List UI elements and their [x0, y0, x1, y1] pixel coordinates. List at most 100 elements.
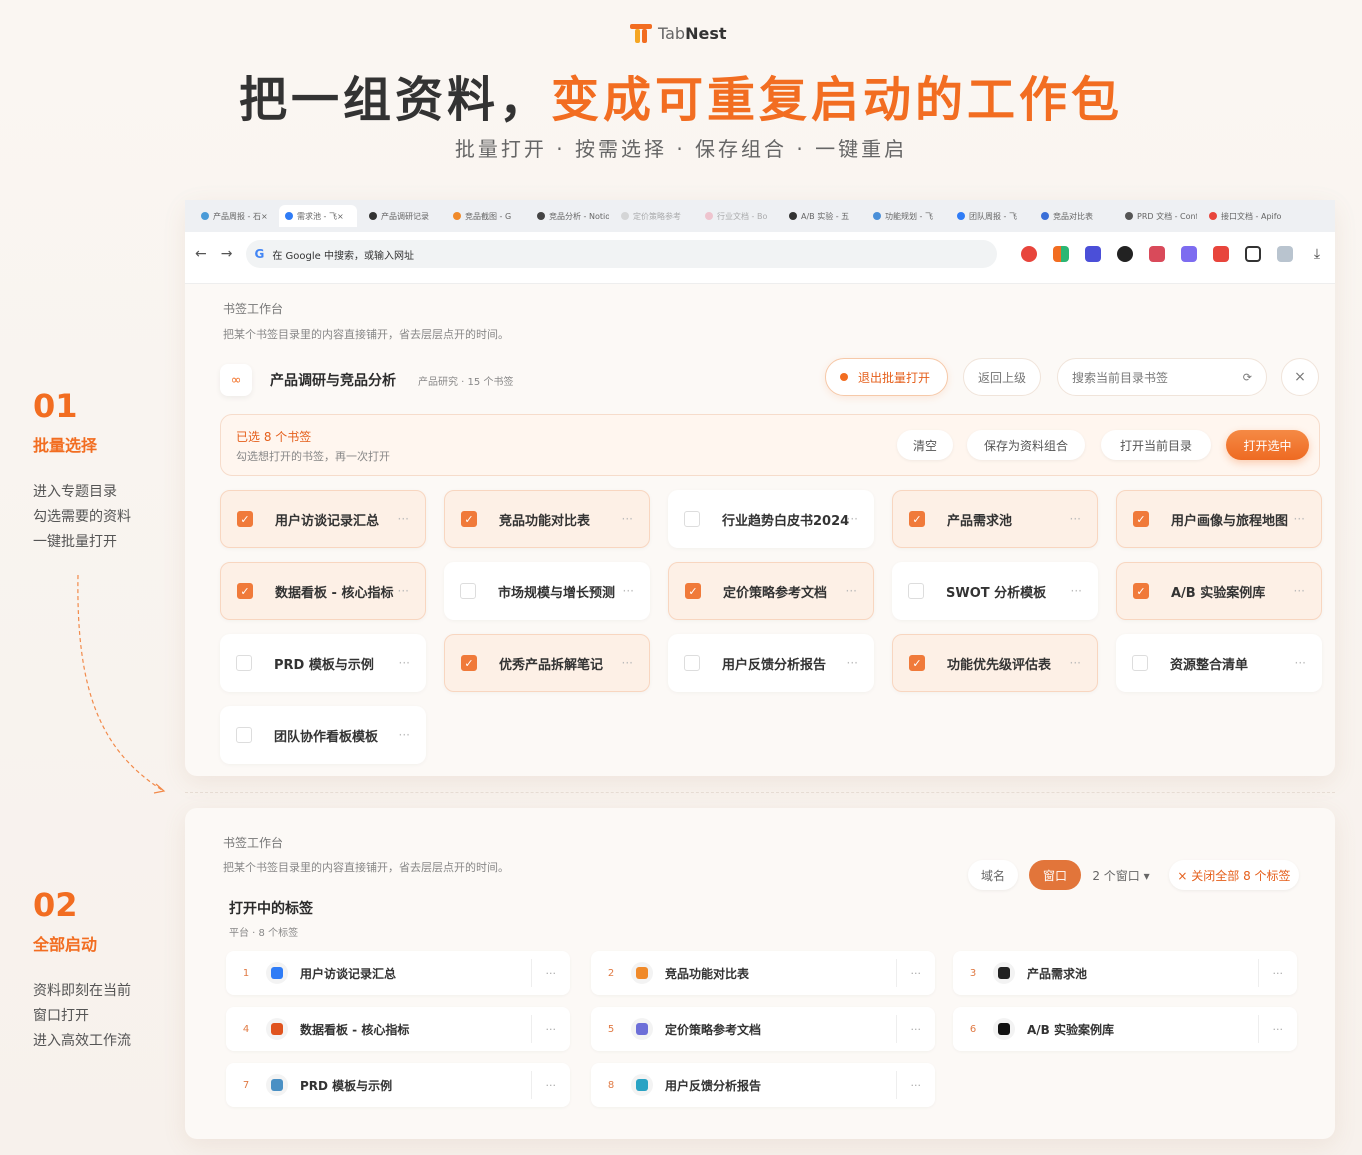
checkbox-checked-icon[interactable]: ✓	[909, 655, 925, 671]
checkbox-unchecked-icon[interactable]	[1132, 655, 1148, 671]
bookmark-card[interactable]: ✓ 产品需求池 ···	[892, 490, 1098, 548]
more-options-icon[interactable]: ···	[1070, 512, 1081, 526]
more-options-icon[interactable]: ···	[1294, 584, 1305, 598]
browser-tab[interactable]: 竞品分析 - Notion	[531, 205, 609, 227]
more-options-icon[interactable]: ···	[399, 656, 410, 670]
checkbox-checked-icon[interactable]: ✓	[909, 511, 925, 527]
browser-tab[interactable]: 竞品截图 - G	[447, 205, 525, 227]
bookmark-card[interactable]: ✓ 用户画像与旅程地图 ···	[1116, 490, 1322, 548]
open-tab-item[interactable]: 8 用户反馈分析报告 ···	[591, 1063, 935, 1107]
open-tab-item[interactable]: 4 数据看板 - 核心指标 ···	[226, 1007, 570, 1051]
more-options-icon[interactable]: ···	[399, 728, 410, 742]
bookmark-card[interactable]: SWOT 分析模板 ···	[892, 562, 1098, 620]
more-options-icon[interactable]: ···	[1295, 656, 1306, 670]
bookmark-card[interactable]: ✓ 数据看板 - 核心指标 ···	[220, 562, 426, 620]
omnibox[interactable]: G 在 Google 中搜索，或输入网址	[246, 240, 997, 268]
browser-tab[interactable]: 功能规划 - 飞	[867, 205, 945, 227]
checkbox-unchecked-icon[interactable]	[236, 727, 252, 743]
browser-tab[interactable]: 定价策略参考	[615, 205, 693, 227]
more-options-icon[interactable]: ···	[622, 656, 633, 670]
bookmark-card[interactable]: ✓ 功能优先级评估表 ···	[892, 634, 1098, 692]
bookmark-card[interactable]: 用户反馈分析报告 ···	[668, 634, 874, 692]
open-selected-button[interactable]: 打开选中	[1226, 430, 1309, 460]
tabnest-extension-icon[interactable]	[1053, 246, 1069, 262]
checkbox-checked-icon[interactable]: ✓	[685, 583, 701, 599]
more-options-icon[interactable]: ···	[1070, 656, 1081, 670]
checkbox-checked-icon[interactable]: ✓	[237, 583, 253, 599]
clear-button[interactable]: 清空	[897, 430, 953, 460]
bookmark-card[interactable]: ✓ A/B 实验案例库 ···	[1116, 562, 1322, 620]
more-options-icon[interactable]: ···	[1273, 967, 1284, 980]
browser-tab[interactable]: 产品调研记录	[363, 205, 441, 227]
open-tab-item[interactable]: 3 产品需求池 ···	[953, 951, 1297, 995]
more-options-icon[interactable]: ···	[847, 656, 858, 670]
more-options-icon[interactable]: ···	[623, 584, 634, 598]
more-options-icon[interactable]: ···	[846, 584, 857, 598]
extension-icon[interactable]	[1181, 246, 1197, 262]
profile-avatar-icon[interactable]	[1277, 246, 1293, 262]
bookmark-card[interactable]: ✓ 定价策略参考文档 ···	[668, 562, 874, 620]
more-options-icon[interactable]: ···	[911, 1023, 922, 1036]
browser-tab[interactable]: PRD 文档 - Confl	[1119, 205, 1197, 227]
back-arrow-icon[interactable]: ←	[195, 246, 207, 262]
bookmark-card[interactable]: ✓ 优秀产品拆解笔记 ···	[444, 634, 650, 692]
bookmark-card[interactable]: 行业趋势白皮书2024 ···	[668, 490, 874, 548]
checkbox-unchecked-icon[interactable]	[908, 583, 924, 599]
bookmark-card[interactable]: 资源整合清单 ···	[1116, 634, 1322, 692]
more-options-icon[interactable]: ···	[398, 584, 409, 598]
more-options-icon[interactable]: ···	[622, 512, 633, 526]
download-icon[interactable]: ⤓	[1309, 246, 1325, 262]
more-options-icon[interactable]: ···	[546, 1079, 557, 1092]
checkbox-checked-icon[interactable]: ✓	[461, 511, 477, 527]
more-options-icon[interactable]: ···	[1294, 512, 1305, 526]
extension-icon[interactable]	[1117, 246, 1133, 262]
browser-tab[interactable]: A/B 实验 - 五	[783, 205, 861, 227]
browser-tab[interactable]: 接口文档 - Apifox	[1203, 205, 1281, 227]
browser-tab[interactable]: 竞品对比表	[1035, 205, 1113, 227]
bookmark-card[interactable]: PRD 模板与示例 ···	[220, 634, 426, 692]
window-count-dropdown[interactable]: 2 个窗口 ▾	[1089, 860, 1153, 890]
more-options-icon[interactable]: ···	[847, 512, 858, 526]
checkbox-unchecked-icon[interactable]	[460, 583, 476, 599]
group-by-window-button[interactable]: 窗口	[1029, 860, 1081, 890]
bookmark-card[interactable]: 团队协作看板模板 ···	[220, 706, 426, 764]
more-options-icon[interactable]: ···	[546, 967, 557, 980]
checkbox-unchecked-icon[interactable]	[684, 511, 700, 527]
extension-icon[interactable]	[1213, 246, 1229, 262]
bookmark-card[interactable]: ✓ 竞品功能对比表 ···	[444, 490, 650, 548]
checkbox-checked-icon[interactable]: ✓	[1133, 583, 1149, 599]
bookmark-card[interactable]: 市场规模与增长预测 ···	[444, 562, 650, 620]
open-tab-item[interactable]: 5 定价策略参考文档 ···	[591, 1007, 935, 1051]
refresh-icon[interactable]: ⟳	[1243, 371, 1252, 384]
extension-icon[interactable]	[1149, 246, 1165, 262]
browser-tab-active[interactable]: 需求池 - 飞×	[279, 205, 357, 227]
open-tab-item[interactable]: 2 竞品功能对比表 ···	[591, 951, 935, 995]
close-all-tabs-button[interactable]: × 关闭全部 8 个标签	[1169, 860, 1299, 890]
open-tab-item[interactable]: 7 PRD 模板与示例 ···	[226, 1063, 570, 1107]
bookmark-search-input[interactable]: 搜索当前目录书签 ⟳	[1057, 358, 1267, 396]
checkbox-unchecked-icon[interactable]	[684, 655, 700, 671]
forward-arrow-icon[interactable]: →	[221, 246, 233, 262]
close-button[interactable]: ×	[1281, 358, 1319, 396]
more-options-icon[interactable]: ···	[546, 1023, 557, 1036]
open-tab-item[interactable]: 1 用户访谈记录汇总 ···	[226, 951, 570, 995]
more-options-icon[interactable]: ···	[911, 1079, 922, 1092]
checkbox-checked-icon[interactable]: ✓	[1133, 511, 1149, 527]
open-tab-item[interactable]: 6 A/B 实验案例库 ···	[953, 1007, 1297, 1051]
more-options-icon[interactable]: ···	[1071, 584, 1082, 598]
extension-icon[interactable]	[1085, 246, 1101, 262]
more-options-icon[interactable]: ···	[1273, 1023, 1284, 1036]
exit-batch-button[interactable]: 退出批量打开	[825, 358, 948, 396]
open-directory-button[interactable]: 打开当前目录	[1101, 430, 1211, 460]
checkbox-unchecked-icon[interactable]	[236, 655, 252, 671]
more-options-icon[interactable]: ···	[911, 967, 922, 980]
browser-tab[interactable]: 团队周报 - 飞	[951, 205, 1029, 227]
more-options-icon[interactable]: ···	[398, 512, 409, 526]
back-button[interactable]: 返回上级	[963, 358, 1041, 396]
save-combo-button[interactable]: 保存为资料组合	[967, 430, 1085, 460]
browser-tab[interactable]: 行业文档 - Bo	[699, 205, 777, 227]
group-by-domain-button[interactable]: 域名	[968, 860, 1018, 890]
adblock-extension-icon[interactable]	[1021, 246, 1037, 262]
checkbox-checked-icon[interactable]: ✓	[461, 655, 477, 671]
browser-tab[interactable]: 产品周报 - 石×	[195, 205, 273, 227]
